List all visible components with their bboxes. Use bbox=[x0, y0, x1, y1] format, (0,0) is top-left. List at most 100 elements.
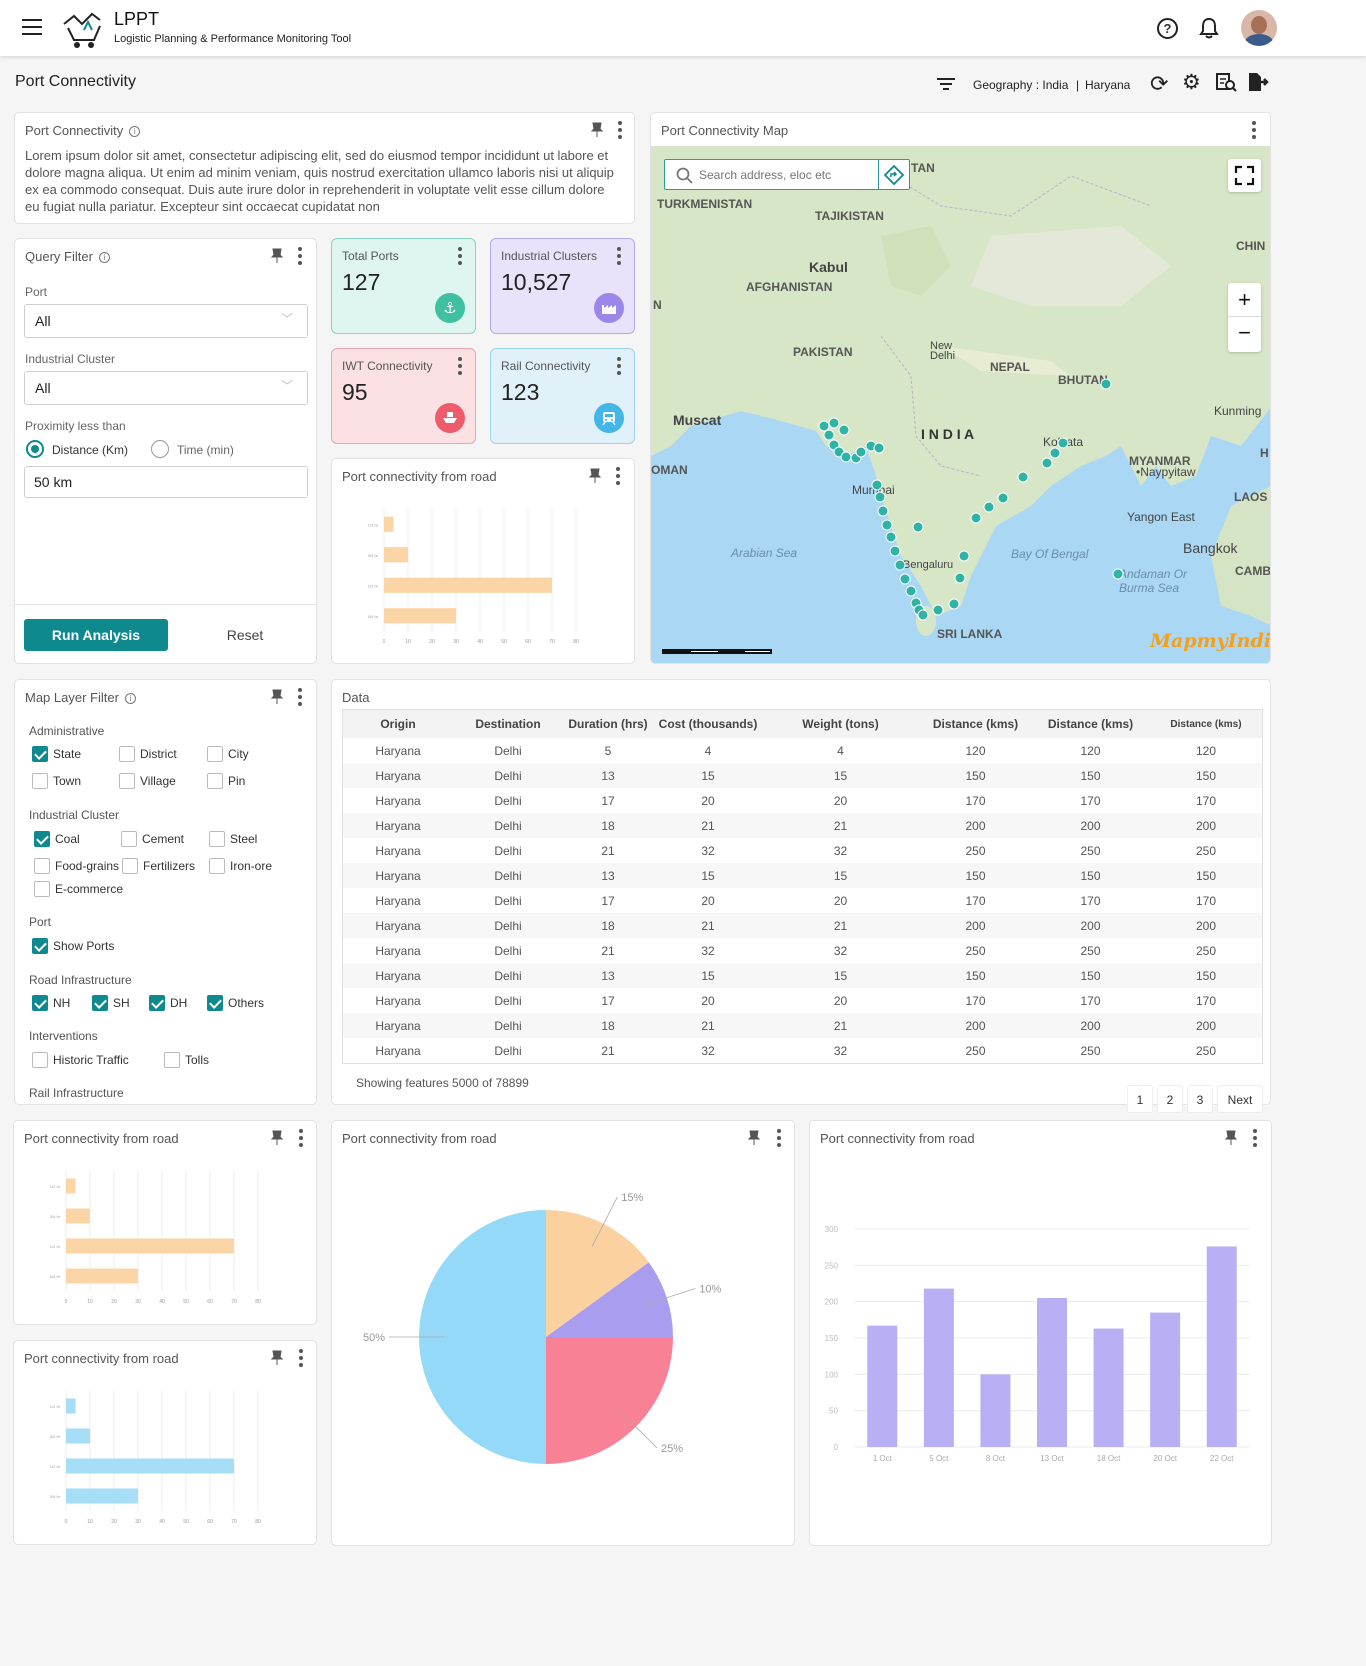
y-tick-label: 1/2 hr bbox=[50, 1464, 61, 1469]
checkbox-district[interactable]: District bbox=[119, 746, 177, 762]
checkbox-pin[interactable]: Pin bbox=[207, 773, 245, 789]
more-options-icon[interactable] bbox=[616, 121, 624, 139]
x-tick-label: 30 bbox=[135, 1299, 141, 1305]
checkbox-cement[interactable]: Cement bbox=[121, 831, 184, 847]
table-row[interactable]: Haryana Delhi 18 21 21 200 200 200 bbox=[343, 813, 1262, 838]
table-row[interactable]: Haryana Delhi 21 32 32 250 250 250 bbox=[343, 938, 1262, 963]
checkbox-nh[interactable]: NH bbox=[32, 995, 70, 1011]
checkbox-iron-ore[interactable]: Iron-ore bbox=[209, 858, 272, 874]
next-page-button[interactable]: Next bbox=[1217, 1085, 1263, 1113]
map-search-box[interactable] bbox=[664, 159, 910, 190]
info-icon[interactable]: i bbox=[129, 126, 141, 137]
table-row[interactable]: Haryana Delhi 17 20 20 170 170 170 bbox=[343, 888, 1262, 913]
checkbox-historic-traffic[interactable]: Historic Traffic bbox=[32, 1052, 129, 1068]
table-cell: 150 bbox=[1033, 1063, 1148, 1064]
more-options-icon[interactable] bbox=[296, 247, 304, 265]
checkbox-steel[interactable]: Steel bbox=[209, 831, 257, 847]
column-header[interactable]: Origin bbox=[343, 710, 453, 738]
column-header[interactable]: Cost (thousands) bbox=[653, 710, 763, 738]
x-tick-label: 5 Oct bbox=[929, 1454, 949, 1463]
filter-lines-icon[interactable] bbox=[937, 78, 955, 92]
time-radio[interactable] bbox=[151, 440, 169, 458]
more-options-icon[interactable] bbox=[615, 247, 623, 265]
checkbox-village[interactable]: Village bbox=[119, 773, 176, 789]
checkbox-show-ports[interactable]: Show Ports bbox=[32, 938, 114, 954]
more-options-icon[interactable] bbox=[296, 688, 304, 706]
kpi-rail-connectivity[interactable]: Rail Connectivity 123 bbox=[490, 348, 635, 444]
horizontal-bar-chart: 0 10 20 30 40 50 60 70 80 1/2 hr 3/4 hr 1/2 hr 0/4 h… bbox=[50, 1391, 261, 1525]
reset-button[interactable]: Reset bbox=[195, 619, 295, 651]
checkbox-sh[interactable]: SH bbox=[92, 995, 130, 1011]
kpi-total-ports[interactable]: Total Ports 127 ⚓ bbox=[331, 238, 476, 334]
zoom-in-icon[interactable]: + bbox=[1228, 283, 1261, 317]
directions-icon[interactable] bbox=[878, 160, 909, 189]
cluster-select[interactable]: All ﹀ bbox=[24, 371, 308, 405]
kpi-title: Industrial Clusters bbox=[501, 249, 598, 263]
geography-region[interactable]: Haryana bbox=[1085, 78, 1130, 92]
info-icon[interactable]: i bbox=[98, 252, 110, 263]
checkbox-e-commerce[interactable]: E-commerce bbox=[34, 881, 123, 897]
table-row[interactable]: HaryanaDelhi131515150150150 bbox=[343, 963, 1262, 988]
more-options-icon[interactable] bbox=[456, 357, 464, 375]
distance-radio[interactable] bbox=[26, 440, 44, 458]
x-tick-label: 40 bbox=[159, 1299, 165, 1305]
checkbox-tolls[interactable]: Tolls bbox=[164, 1052, 209, 1068]
info-icon[interactable]: i bbox=[124, 693, 136, 704]
table-row[interactable]: Haryana Delhi 17 20 20 170 170 170 bbox=[343, 788, 1262, 813]
help-icon[interactable]: ? bbox=[1157, 18, 1178, 39]
fullscreen-icon[interactable] bbox=[1228, 159, 1261, 192]
column-header[interactable]: Distance (kms) bbox=[918, 710, 1033, 738]
proximity-input[interactable] bbox=[24, 466, 308, 498]
page-button-2[interactable]: 2 bbox=[1157, 1085, 1183, 1113]
checkbox-state[interactable]: State bbox=[32, 746, 81, 762]
settings-gear-icon[interactable]: ⚙ bbox=[1182, 70, 1201, 95]
checkbox-dh[interactable]: DH bbox=[149, 995, 187, 1011]
user-avatar[interactable] bbox=[1241, 10, 1277, 46]
export-icon[interactable] bbox=[1247, 72, 1269, 92]
checkbox-fertilizers[interactable]: Fertilizers bbox=[122, 858, 195, 874]
column-header[interactable]: Distance (kms) bbox=[1033, 710, 1148, 738]
port-markers[interactable] bbox=[651, 113, 1271, 664]
hamburger-menu-icon[interactable] bbox=[22, 19, 42, 35]
table-row[interactable]: Haryana Delhi 21 32 32 250 250 250 bbox=[343, 838, 1262, 863]
table-row[interactable]: Haryana Delhi 21 32 32 250 250 250 bbox=[343, 1038, 1262, 1063]
more-options-icon[interactable] bbox=[615, 357, 623, 375]
run-analysis-button[interactable]: Run Analysis bbox=[24, 619, 168, 651]
app-header: LPPT Logistic Planning & Performance Mon… bbox=[0, 0, 1366, 56]
port-select[interactable]: All ﹀ bbox=[24, 304, 308, 338]
pin-icon[interactable] bbox=[589, 121, 605, 139]
checkbox-others[interactable]: Others bbox=[207, 995, 264, 1011]
table-row[interactable]: Haryana Delhi 5 4 4 120 120 120 bbox=[343, 738, 1262, 763]
table-cell: Delhi bbox=[494, 993, 522, 1008]
notification-bell-icon[interactable] bbox=[1199, 17, 1219, 39]
page-button-3[interactable]: 3 bbox=[1187, 1085, 1213, 1113]
refresh-icon[interactable]: ⟳ bbox=[1150, 71, 1168, 97]
table-row[interactable]: HaryanaDelhi131515150150150 bbox=[343, 863, 1262, 888]
column-header[interactable]: Distance (kms) bbox=[1148, 710, 1262, 738]
checkbox-coal[interactable]: Coal bbox=[34, 831, 80, 847]
zoom-out-icon[interactable]: − bbox=[1228, 317, 1261, 351]
report-search-icon[interactable] bbox=[1215, 72, 1237, 92]
geography-label[interactable]: Geography : India bbox=[973, 78, 1068, 92]
table-row[interactable]: Haryana Delhi 17 20 20 170 170 170 bbox=[343, 988, 1262, 1013]
table-row[interactable]: HaryanaDelhi131515150150150 bbox=[343, 1063, 1263, 1064]
checkbox-town[interactable]: Town bbox=[32, 773, 81, 789]
pin-icon[interactable] bbox=[269, 688, 285, 706]
column-header[interactable]: Weight (tons) bbox=[763, 710, 918, 738]
page-button-1[interactable]: 1 bbox=[1127, 1085, 1153, 1113]
table-row[interactable]: Haryana Delhi 18 21 21 200 200 200 bbox=[343, 913, 1262, 938]
map-search-input[interactable] bbox=[699, 164, 869, 186]
table-wrapper[interactable]: Origin Destination Duration (hrs) Cost (tho… bbox=[342, 709, 1263, 1064]
column-header[interactable]: Destination bbox=[453, 710, 563, 738]
column-header[interactable]: Duration (hrs) bbox=[563, 710, 653, 738]
y-tick-label: 250 bbox=[825, 1261, 839, 1270]
table-row[interactable]: Haryana Delhi 18 21 21 200 200 200 bbox=[343, 1013, 1262, 1038]
checkbox-food-grains[interactable]: Food-grains bbox=[34, 858, 119, 874]
pin-icon[interactable] bbox=[269, 247, 285, 265]
kpi-iwt-connectivity[interactable]: IWT Connectivity 95 bbox=[331, 348, 476, 444]
more-options-icon[interactable] bbox=[456, 247, 464, 265]
checkbox-city[interactable]: City bbox=[207, 746, 249, 762]
table-row[interactable]: HaryanaDelhi131515150150150 bbox=[343, 763, 1262, 788]
kpi-industrial-clusters[interactable]: Industrial Clusters 10,527 bbox=[490, 238, 635, 334]
table-cell: Haryana bbox=[375, 1043, 421, 1058]
